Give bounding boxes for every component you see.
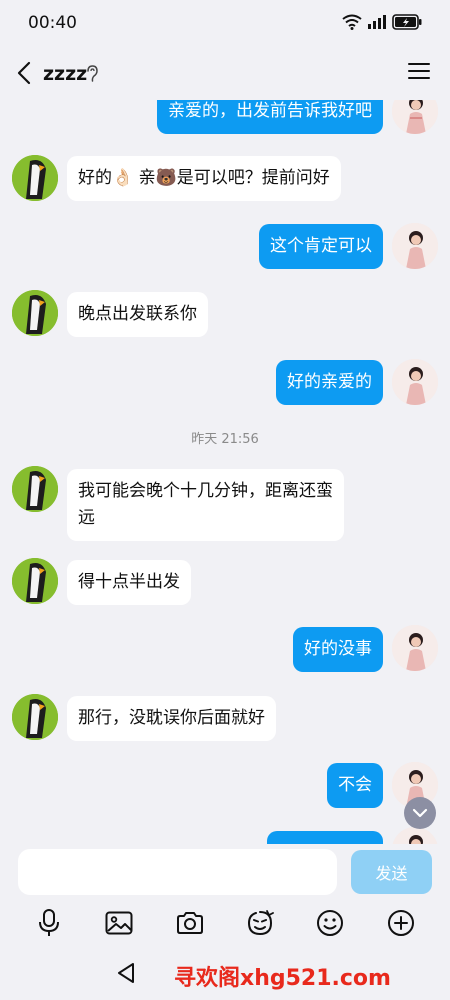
message-bubble-outgoing[interactable]: 好的没事 <box>293 627 383 672</box>
self-avatar-image <box>392 625 438 671</box>
mic-icon <box>39 909 60 936</box>
send-button[interactable]: 发送 <box>351 850 432 894</box>
message-timestamp: 昨天 21:56 <box>191 432 259 447</box>
contact-avatar-image <box>12 290 58 336</box>
message-bubble-outgoing[interactable]: 亲爱的，出发前告诉我好吧 <box>157 100 383 134</box>
self-avatar-image <box>392 359 438 405</box>
hamburger-menu-icon <box>408 63 430 79</box>
self-avatar-image <box>392 100 438 134</box>
chat-message-list[interactable]: 亲爱的，出发前告诉我好吧 好的👌🏻 亲🐻是可以吧？提前问好 这个肯定可以 晚点出… <box>0 100 450 844</box>
sticker-icon <box>248 910 275 936</box>
message-bubble-incoming[interactable]: 好的👌🏻 亲🐻是可以吧？提前问好 <box>67 156 341 201</box>
status-bar: 00:40 <box>0 0 450 46</box>
triangle-back-icon <box>118 963 134 983</box>
message-input[interactable] <box>18 849 337 895</box>
message-bubble-outgoing[interactable]: 好的亲爱的 <box>276 360 383 405</box>
message-bubble-incoming[interactable]: 我可能会晚个十几分钟，距离还蛮 远 <box>67 469 344 541</box>
message-bubble-outgoing[interactable]: 不会 <box>327 763 383 808</box>
contact-avatar-image <box>12 558 58 604</box>
emoji-button[interactable] <box>314 907 346 939</box>
more-button[interactable] <box>385 907 417 939</box>
self-avatar[interactable] <box>392 625 438 671</box>
contact-avatar[interactable] <box>12 558 58 604</box>
image-button[interactable] <box>103 907 135 939</box>
chevron-down-icon <box>412 808 428 818</box>
chevron-left-icon <box>17 61 31 85</box>
menu-button[interactable] <box>408 62 430 84</box>
scroll-to-bottom-button[interactable] <box>404 797 436 829</box>
contact-avatar-image <box>12 155 58 201</box>
contact-avatar-image <box>12 694 58 740</box>
camera-icon <box>176 912 203 934</box>
battery-icon <box>392 14 422 30</box>
message-text-line: 我可能会晚个十几分钟，距离还蛮 <box>78 481 333 501</box>
message-bubble-outgoing[interactable]: 这个肯定可以 <box>259 224 383 269</box>
voice-button[interactable] <box>33 907 65 939</box>
contact-avatar[interactable] <box>12 290 58 336</box>
message-bubble-incoming[interactable]: 得十点半出发 <box>67 560 191 605</box>
self-avatar[interactable] <box>392 359 438 405</box>
nav-back-button[interactable] <box>116 962 136 988</box>
emoji-icon <box>317 910 344 936</box>
message-bubble-incoming[interactable]: 那行，没耽误你后面就好 <box>67 696 276 741</box>
wifi-icon <box>342 14 362 30</box>
status-time: 00:40 <box>28 13 77 33</box>
image-icon <box>105 911 133 935</box>
message-bubble-incoming[interactable]: 晚点出发联系你 <box>67 292 208 337</box>
signal-icon <box>368 15 386 29</box>
contact-avatar[interactable] <box>12 466 58 512</box>
ear-icon <box>87 65 98 82</box>
self-avatar-image <box>392 827 438 844</box>
message-input-bar: 发送 <box>0 844 450 900</box>
input-toolbar <box>0 900 450 946</box>
contact-avatar-image <box>12 466 58 512</box>
chat-header: zzzz <box>0 46 450 100</box>
self-avatar[interactable] <box>392 827 438 844</box>
system-nav-bar: 寻欢阁xhg521.com <box>0 946 450 1000</box>
camera-button[interactable] <box>174 907 206 939</box>
self-avatar[interactable] <box>392 100 438 134</box>
self-avatar-image <box>392 223 438 269</box>
contact-avatar[interactable] <box>12 155 58 201</box>
watermark-text: 寻欢阁xhg521.com <box>174 966 391 991</box>
message-text-line: 远 <box>78 508 95 528</box>
contact-avatar[interactable] <box>12 694 58 740</box>
self-avatar[interactable] <box>392 223 438 269</box>
chat-title[interactable]: zzzz <box>43 63 87 85</box>
status-icons <box>342 14 422 30</box>
sticker-button[interactable] <box>244 907 276 939</box>
plus-icon <box>387 910 414 936</box>
back-button[interactable] <box>10 58 38 88</box>
message-bubble-outgoing[interactable] <box>267 831 383 844</box>
